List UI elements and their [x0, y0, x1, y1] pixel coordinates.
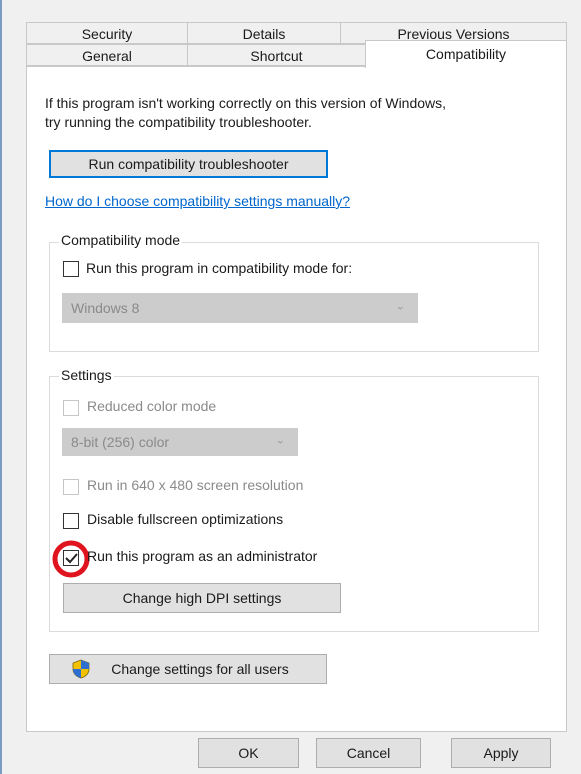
intro-line-2: try running the compatibility troublesho… [45, 114, 312, 130]
intro-line-1: If this program isn't working correctly … [45, 95, 447, 111]
change-all-users-button[interactable]: Change settings for all users [49, 654, 327, 684]
apply-button[interactable]: Apply [451, 738, 551, 768]
color-depth-value: 8-bit (256) color [71, 434, 170, 450]
compatibility-mode-checkbox[interactable] [63, 261, 79, 277]
run-troubleshooter-button[interactable]: Run compatibility troubleshooter [49, 150, 328, 178]
run-as-admin-checkbox[interactable] [63, 550, 79, 566]
disable-fullscreen-label[interactable]: Disable fullscreen optimizations [87, 511, 283, 527]
run-640-checkbox[interactable] [63, 479, 79, 495]
os-version-value: Windows 8 [71, 300, 140, 316]
tab-general[interactable]: General [26, 44, 188, 66]
chevron-down-icon: ⌄ [395, 300, 405, 313]
ok-button[interactable]: OK [198, 738, 299, 768]
tab-shortcut[interactable]: Shortcut [187, 44, 366, 66]
compatibility-mode-title: Compatibility mode [59, 232, 183, 248]
color-depth-select[interactable]: 8-bit (256) color ⌄ [62, 428, 298, 456]
tab-security[interactable]: Security [26, 22, 188, 44]
help-link[interactable]: How do I choose compatibility settings m… [45, 193, 350, 209]
compatibility-panel: If this program isn't working correctly … [26, 66, 567, 732]
disable-fullscreen-checkbox[interactable] [63, 513, 79, 529]
change-dpi-button[interactable]: Change high DPI settings [63, 583, 341, 613]
run-640-label[interactable]: Run in 640 x 480 screen resolution [87, 477, 303, 493]
tab-compatibility[interactable]: Compatibility [365, 40, 567, 68]
change-all-users-label: Change settings for all users [111, 661, 289, 677]
window-left-border [0, 0, 2, 774]
settings-title: Settings [59, 367, 114, 383]
cancel-button[interactable]: Cancel [316, 738, 421, 768]
chevron-down-icon: ⌄ [275, 434, 285, 447]
tab-details[interactable]: Details [187, 22, 341, 44]
run-as-admin-label[interactable]: Run this program as an administrator [87, 548, 317, 564]
uac-shield-icon [72, 659, 90, 679]
compatibility-mode-label[interactable]: Run this program in compatibility mode f… [86, 260, 352, 276]
reduced-color-checkbox[interactable] [63, 400, 79, 416]
reduced-color-label[interactable]: Reduced color mode [87, 398, 216, 414]
os-version-select[interactable]: Windows 8 ⌄ [62, 293, 418, 323]
checkmark-icon [65, 553, 78, 564]
